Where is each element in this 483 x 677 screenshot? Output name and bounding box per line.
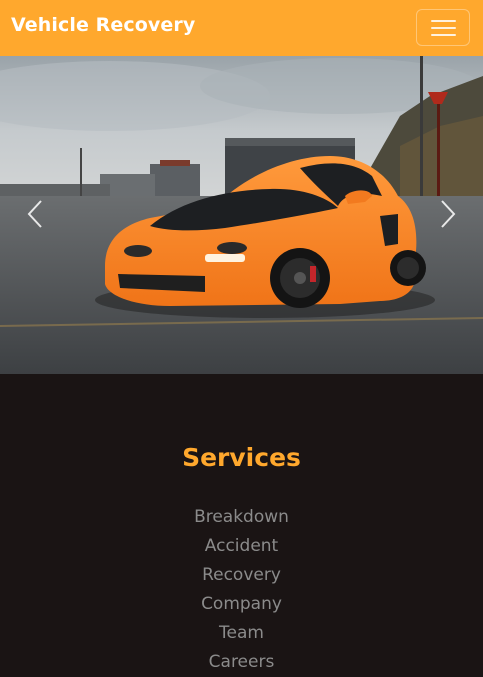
navbar-brand[interactable]: Vehicle Recovery xyxy=(11,14,195,36)
navbar-toggler-button[interactable] xyxy=(416,9,470,46)
list-item: Team xyxy=(0,618,483,647)
services-link-breakdown[interactable]: Breakdown xyxy=(194,507,289,527)
carousel-next-button[interactable] xyxy=(413,56,483,374)
services-section: Services Breakdown Accident Recovery Com… xyxy=(0,374,483,672)
services-link-team[interactable]: Team xyxy=(219,623,264,643)
hero-carousel xyxy=(0,56,483,374)
services-link-accident[interactable]: Accident xyxy=(205,536,278,556)
list-item: Accident xyxy=(0,531,483,560)
carousel-image xyxy=(0,56,483,374)
list-item: Careers xyxy=(0,647,483,676)
hamburger-menu-icon xyxy=(431,20,456,22)
carousel-prev-button[interactable] xyxy=(0,56,70,374)
chevron-left-icon xyxy=(27,200,42,228)
services-link-company[interactable]: Company xyxy=(201,594,282,614)
hamburger-menu-icon xyxy=(431,27,456,29)
services-link-recovery[interactable]: Recovery xyxy=(202,565,281,585)
list-item: Company xyxy=(0,589,483,618)
services-title: Services xyxy=(182,443,301,472)
chevron-right-icon xyxy=(441,200,456,228)
services-link-careers[interactable]: Careers xyxy=(209,652,275,672)
services-list: Breakdown Accident Recovery Company Team… xyxy=(0,502,483,676)
hamburger-menu-icon xyxy=(431,34,456,36)
navbar: Vehicle Recovery xyxy=(0,0,483,56)
list-item: Recovery xyxy=(0,560,483,589)
list-item: Breakdown xyxy=(0,502,483,531)
